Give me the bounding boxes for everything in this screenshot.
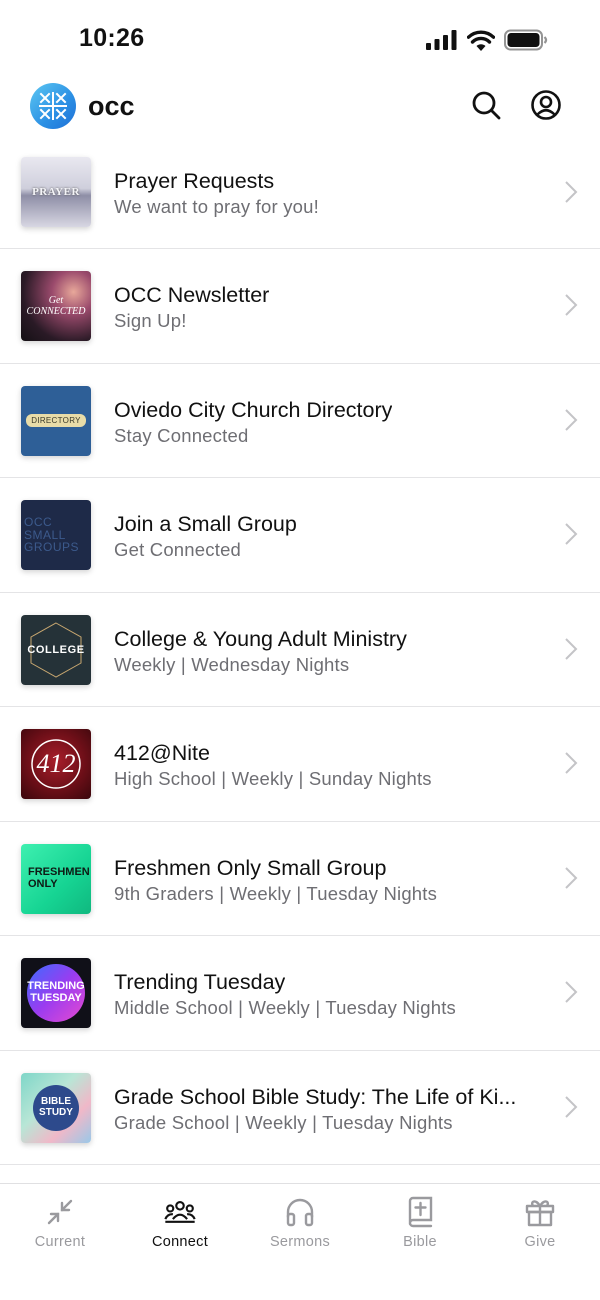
tab-current[interactable]: Current — [0, 1184, 120, 1264]
list-item-subtitle: 9th Graders | Weekly | Tuesday Nights — [114, 882, 438, 904]
list-item-subtitle: Weekly | Wednesday Nights — [114, 653, 350, 675]
list-item-title: Trending Tuesday — [114, 970, 286, 994]
list-item-subtitle: Get Connected — [114, 539, 242, 560]
list-item-subtitle: We want to pray for you! — [114, 196, 319, 217]
freshmen-thumb-text: FRESHMEN ONLY — [28, 865, 90, 890]
account-icon — [531, 90, 561, 120]
cellular-signal-icon — [426, 30, 457, 50]
list-item-subtitle: Sign Up! — [114, 310, 187, 331]
college-thumb-text: COLLEGE — [27, 643, 85, 656]
list-item-freshmen-group[interactable]: FRESHMEN ONLY Freshmen Only Small Group … — [0, 822, 600, 936]
list-item-trending-tuesday[interactable]: TRENDING TUESDAY Trending Tuesday Middle… — [0, 936, 600, 1051]
list-item-college-ministry[interactable]: COLLEGE College & Young Adult Ministry W… — [0, 593, 600, 707]
bible-study-thumbnail: BIBLE STUDY — [21, 1072, 91, 1143]
list-item-title: Prayer Requests — [114, 169, 275, 193]
list-item-412-nite[interactable]: 412 412@Nite High School | Weekly | Sund… — [0, 707, 600, 822]
app-title: occ — [88, 91, 135, 121]
tab-connect[interactable]: Connect — [120, 1184, 240, 1264]
chevron-right-icon — [565, 408, 578, 431]
list-item-occ-newsletter[interactable]: Get CONNECTED OCC Newsletter Sign Up! — [0, 249, 600, 364]
people-group-icon — [164, 1196, 196, 1228]
list-item-prayer-requests[interactable]: PRAYER Prayer Requests We want to pray f… — [0, 136, 600, 249]
app-header: occ — [0, 80, 600, 134]
gift-icon — [524, 1196, 556, 1228]
list-item-title: College & Young Adult Ministry — [114, 626, 407, 651]
chevron-right-icon — [565, 1095, 578, 1118]
412-nite-thumbnail: 412 — [21, 729, 91, 799]
trending-tuesday-thumbnail: TRENDING TUESDAY — [21, 958, 91, 1028]
tab-label: Give — [524, 1234, 556, 1250]
trending-thumb-text: TRENDING TUESDAY — [27, 980, 85, 1004]
college-thumbnail: COLLEGE — [21, 614, 91, 685]
list-item-bible-study[interactable]: BIBLE STUDY Grade School Bible Study: Th… — [0, 1051, 600, 1165]
list-item-subtitle: Grade School | Weekly | Tuesday Nights — [114, 1111, 453, 1133]
tab-give[interactable]: Give — [480, 1184, 600, 1264]
chevron-right-icon — [565, 523, 578, 545]
status-icons — [426, 28, 548, 52]
tab-label: Sermons — [269, 1234, 331, 1250]
chevron-right-icon — [565, 981, 578, 1003]
wifi-icon — [467, 29, 495, 51]
tab-label: Bible — [403, 1234, 437, 1250]
list-item-title: Freshmen Only Small Group — [114, 855, 387, 880]
occ-logo-icon — [30, 83, 76, 129]
search-icon — [472, 91, 501, 120]
list-item-subtitle: Middle School | Weekly | Tuesday Nights — [114, 997, 457, 1018]
status-bar: 10:26 — [0, 0, 600, 80]
freshmen-thumbnail: FRESHMEN ONLY — [21, 843, 91, 914]
newsletter-thumbnail: Get CONNECTED — [21, 271, 91, 341]
bible-icon — [404, 1196, 436, 1228]
list-item-title: 412@Nite — [114, 741, 210, 765]
chevron-right-icon — [565, 866, 578, 889]
list-item-title: OCC Newsletter — [114, 283, 270, 307]
search-button[interactable] — [470, 89, 502, 121]
list-item-title: Oviedo City Church Directory — [114, 397, 393, 422]
prayer-thumb-text: PRAYER — [32, 186, 80, 198]
chevron-right-icon — [565, 294, 578, 316]
list-item-title: Join a Small Group — [114, 512, 297, 536]
412-thumb-text: 412 — [36, 749, 76, 778]
tab-bar: Current Connect Sermons Bible Give — [0, 1183, 600, 1300]
tab-label: Current — [34, 1234, 86, 1250]
list-item-church-directory[interactable]: DIRECTORY Oviedo City Church Directory S… — [0, 364, 600, 478]
tab-sermons[interactable]: Sermons — [240, 1184, 360, 1264]
chevron-right-icon — [565, 637, 578, 660]
list-item-small-group[interactable]: OCC SMALL GROUPS Join a Small Group Get … — [0, 478, 600, 593]
list-item-title: Grade School Bible Study: The Life of Ki… — [114, 1084, 517, 1109]
chevron-right-icon — [565, 752, 578, 774]
list-item-subtitle: Stay Connected — [114, 424, 249, 446]
compress-arrows-icon — [44, 1196, 76, 1228]
newsletter-thumb-text: Get CONNECTED — [26, 295, 86, 317]
directory-thumbnail: DIRECTORY — [21, 385, 91, 456]
battery-icon — [504, 29, 548, 51]
prayer-requests-thumbnail: PRAYER — [21, 157, 91, 227]
small-group-thumb-text: OCC SMALL GROUPS — [24, 515, 80, 555]
profile-button[interactable] — [530, 89, 562, 121]
tab-label: Connect — [151, 1234, 209, 1250]
headphones-icon — [284, 1196, 316, 1228]
small-group-thumbnail: OCC SMALL GROUPS — [21, 500, 91, 570]
chevron-right-icon — [565, 181, 578, 203]
bible-thumb-text: BIBLE STUDY — [39, 1096, 73, 1118]
status-time: 10:26 — [79, 24, 145, 52]
tab-bible[interactable]: Bible — [360, 1184, 480, 1264]
list-item-subtitle: High School | Weekly | Sunday Nights — [114, 768, 432, 789]
directory-thumb-text: DIRECTORY — [26, 414, 86, 427]
connect-list: PRAYER Prayer Requests We want to pray f… — [0, 136, 600, 1165]
